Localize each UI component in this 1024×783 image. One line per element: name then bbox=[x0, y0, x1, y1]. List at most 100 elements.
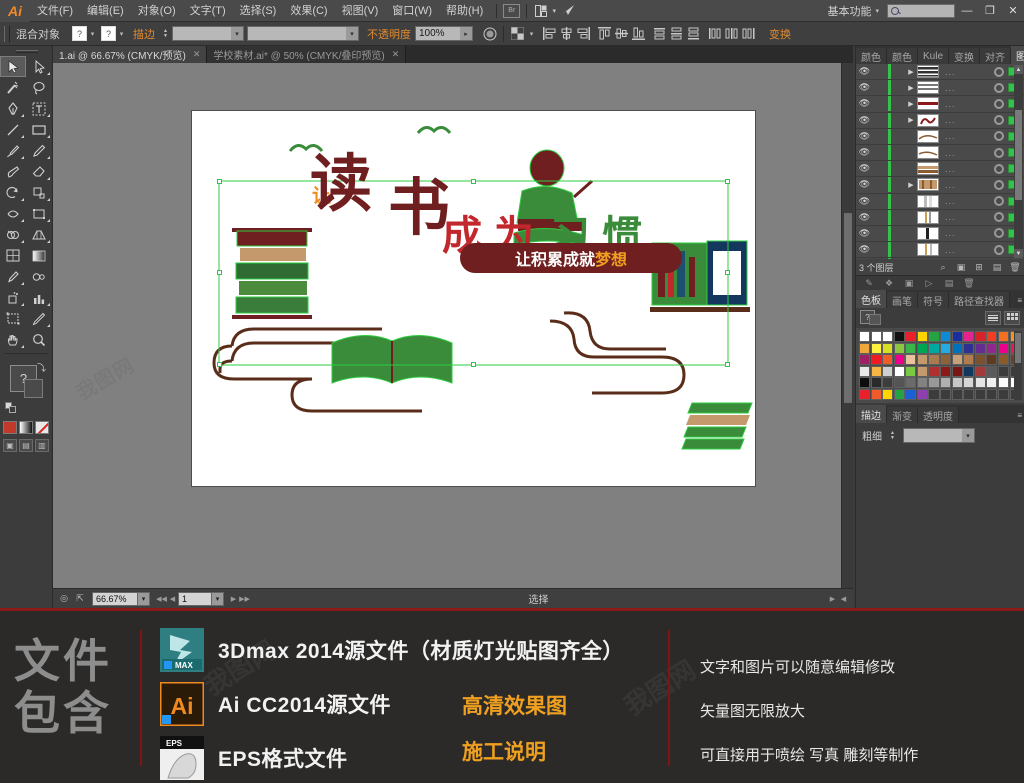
swatch-2-6[interactable] bbox=[928, 354, 940, 365]
swatch-4-5[interactable] bbox=[916, 377, 928, 388]
layer-name[interactable]: ... bbox=[939, 245, 994, 255]
target-icon[interactable] bbox=[994, 179, 1004, 190]
zoom-chevron-down-icon[interactable]: ▾ bbox=[138, 591, 150, 606]
layer-name[interactable]: ... bbox=[939, 99, 994, 109]
swatch-1-7[interactable] bbox=[940, 342, 952, 354]
swatch-5-0[interactable] bbox=[859, 388, 871, 400]
swatch-4-2[interactable] bbox=[882, 377, 894, 388]
swatch-1-8[interactable] bbox=[951, 342, 963, 354]
menu-type[interactable]: 文字(T) bbox=[183, 0, 233, 22]
swatch-1-9[interactable] bbox=[963, 342, 975, 354]
target-icon[interactable] bbox=[994, 66, 1004, 77]
tab-brushes[interactable]: 画笔 bbox=[887, 292, 918, 308]
target-icon[interactable] bbox=[994, 147, 1004, 158]
swatches-scrollbar[interactable] bbox=[1014, 331, 1022, 400]
swatch-1-5[interactable] bbox=[916, 342, 928, 354]
swatch-5-7[interactable] bbox=[940, 388, 952, 400]
stroke-weight-stepper[interactable]: ▲ ▼ bbox=[888, 428, 897, 443]
swatch-5-12[interactable] bbox=[997, 388, 1010, 400]
align-bottom-icon[interactable] bbox=[630, 25, 647, 42]
swatch-5-3[interactable] bbox=[893, 388, 905, 400]
swatch-0-7[interactable] bbox=[940, 331, 952, 342]
swatch-0-3[interactable] bbox=[893, 331, 905, 342]
menu-select[interactable]: 选择(S) bbox=[233, 0, 284, 22]
visibility-icon[interactable]: 👁 bbox=[856, 147, 873, 158]
distribute-left-icon[interactable] bbox=[706, 25, 723, 42]
column-graph-tool[interactable] bbox=[26, 287, 52, 308]
status-arrow-right[interactable]: ▶ bbox=[827, 592, 838, 606]
chevron-right-icon[interactable]: ▶ bbox=[905, 181, 917, 189]
swatch-3-11[interactable] bbox=[986, 365, 998, 377]
menu-effect[interactable]: 效果(C) bbox=[283, 0, 334, 22]
transparency-grid-icon[interactable] bbox=[509, 25, 526, 42]
swatch-4-3[interactable] bbox=[893, 377, 905, 388]
tab-stroke[interactable]: 描边 bbox=[856, 405, 887, 423]
visibility-icon[interactable]: 👁 bbox=[856, 244, 873, 255]
brushes-icon[interactable]: ✎ bbox=[859, 277, 879, 290]
panel-menu-icon[interactable]: ≡ bbox=[1017, 52, 1022, 61]
tab-gradient[interactable]: 渐变 bbox=[887, 407, 918, 423]
table-row[interactable]: 👁 ... bbox=[856, 242, 1024, 259]
table-row[interactable]: 👁 ▶ ... bbox=[856, 96, 1024, 113]
window-minimize-button[interactable]: — bbox=[956, 2, 978, 20]
scroll-down-icon[interactable]: ▼ bbox=[1014, 249, 1023, 258]
document-tab-2[interactable]: 学校素材.ai* @ 50% (CMYK/叠印预览) ✕ bbox=[207, 46, 407, 63]
swatch-3-12[interactable] bbox=[997, 365, 1010, 377]
target-icon[interactable] bbox=[994, 228, 1004, 239]
magic-wand-tool[interactable] bbox=[0, 77, 26, 98]
table-row[interactable]: 👁 ... bbox=[856, 193, 1024, 210]
table-row[interactable]: 👁 ▶ ... bbox=[856, 112, 1024, 129]
adobe-stock-icon[interactable] bbox=[559, 4, 575, 18]
target-icon[interactable] bbox=[994, 212, 1004, 223]
swatch-0-5[interactable] bbox=[916, 331, 928, 342]
scrollbar-thumb[interactable] bbox=[1015, 110, 1022, 200]
swatch-3-10[interactable] bbox=[974, 365, 986, 377]
visibility-icon[interactable]: 👁 bbox=[856, 179, 873, 190]
swatch-5-8[interactable] bbox=[951, 388, 963, 400]
layer-name[interactable]: ... bbox=[939, 148, 994, 158]
artwork-group[interactable]: .dred{fill:#6f1f1f}.bred{fill:#c1272d}.o… bbox=[192, 111, 757, 488]
layer-name[interactable]: ... bbox=[939, 131, 994, 141]
layer-name[interactable]: ... bbox=[939, 228, 994, 238]
visibility-icon[interactable]: 👁 bbox=[856, 196, 873, 207]
transparency-chevron-down-icon[interactable]: ▾ bbox=[526, 26, 537, 41]
shape-builder-tool[interactable] bbox=[0, 224, 26, 245]
visibility-icon[interactable]: 👁 bbox=[856, 66, 873, 77]
selection-handle-br[interactable] bbox=[725, 362, 730, 367]
target-icon[interactable] bbox=[994, 98, 1004, 109]
stroke-weight-select[interactable]: ▾ bbox=[903, 428, 975, 443]
links-icon[interactable]: ▣ bbox=[899, 277, 919, 290]
menu-object[interactable]: 对象(O) bbox=[131, 0, 183, 22]
swatch-1-12[interactable] bbox=[997, 342, 1010, 354]
visibility-icon[interactable]: 👁 bbox=[856, 163, 873, 174]
color-mode-icon[interactable] bbox=[3, 421, 17, 434]
menu-help[interactable]: 帮助(H) bbox=[439, 0, 490, 22]
swatch-4-11[interactable] bbox=[986, 377, 998, 388]
workspace-chevron-down-icon[interactable]: ▾ bbox=[875, 7, 879, 15]
stroke-weight-stepper[interactable]: ▲ ▼ bbox=[161, 26, 170, 41]
tab-kuler[interactable]: Kule bbox=[918, 48, 950, 64]
document-tab-1[interactable]: 1.ai @ 66.67% (CMYK/预览) ✕ bbox=[53, 46, 208, 63]
document-canvas[interactable]: 我图网 我图网 我图网 .dred{fill:#6f1f1f}.bred{fil… bbox=[53, 63, 853, 588]
swatch-4-4[interactable] bbox=[905, 377, 917, 388]
swatch-3-0[interactable] bbox=[859, 365, 871, 377]
rotate-tool[interactable] bbox=[0, 182, 26, 203]
blend-tool[interactable] bbox=[26, 266, 52, 287]
swatch-0-1[interactable] bbox=[870, 331, 882, 342]
chevron-down-icon[interactable]: ▾ bbox=[549, 4, 559, 18]
align-left-icon[interactable] bbox=[541, 25, 558, 42]
tools-panel-grip[interactable] bbox=[0, 46, 53, 56]
selection-handle-tr[interactable] bbox=[725, 179, 730, 184]
menu-window[interactable]: 窗口(W) bbox=[385, 0, 439, 22]
selection-handle-mr[interactable] bbox=[725, 270, 730, 275]
swatch-2-2[interactable] bbox=[882, 354, 894, 365]
page-next-button[interactable]: ▶ bbox=[228, 592, 239, 606]
table-row[interactable]: 👁 ▶ ... bbox=[856, 64, 1024, 81]
swatch-3-5[interactable] bbox=[916, 365, 928, 377]
control-bar-grip[interactable] bbox=[4, 25, 10, 42]
swatch-1-2[interactable] bbox=[882, 342, 894, 354]
scale-tool[interactable] bbox=[26, 182, 52, 203]
search-input[interactable] bbox=[887, 3, 955, 18]
swatch-2-8[interactable] bbox=[951, 354, 963, 365]
hand-tool[interactable] bbox=[0, 329, 26, 350]
